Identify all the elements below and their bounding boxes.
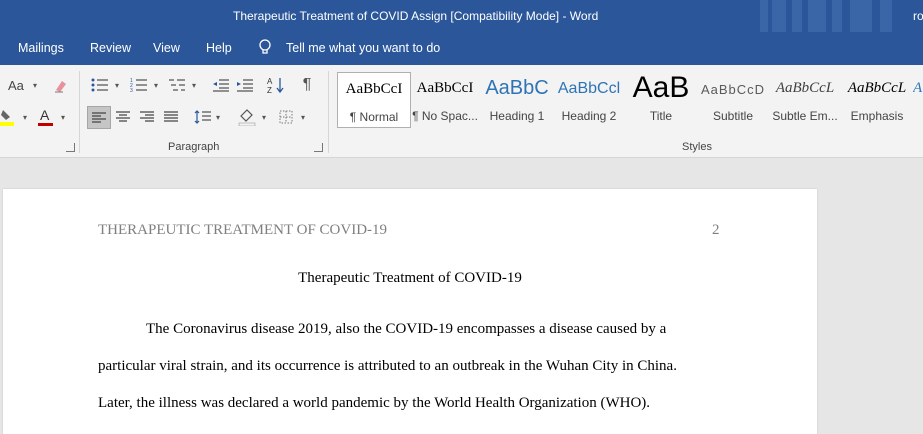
chevron-down-icon[interactable]: ▾	[30, 79, 40, 91]
style-label: Subtle Em...	[772, 109, 838, 123]
title-decoration	[808, 0, 826, 32]
style-intense-emphasis[interactable]: A	[913, 72, 923, 126]
style-emphasis[interactable]: AaBbCcL Emphasis	[841, 72, 913, 126]
chevron-down-icon[interactable]: ▾	[20, 111, 30, 123]
title-bar: Therapeutic Treatment of COVID Assign [C…	[0, 0, 923, 32]
style-label: Subtitle	[712, 109, 754, 123]
style-sample: A	[913, 80, 923, 96]
shading-icon[interactable]	[236, 106, 258, 128]
tab-mailings[interactable]: Mailings	[18, 41, 64, 55]
style-no-spacing[interactable]: AaBbCcI ¶ No Spac...	[409, 72, 481, 126]
line-spacing-icon[interactable]	[193, 107, 213, 127]
multilevel-list-icon[interactable]	[166, 76, 188, 94]
style-subtle-emphasis[interactable]: AaBbCcL Subtle Em...	[769, 72, 841, 126]
window-title: Therapeutic Treatment of COVID Assign [C…	[233, 9, 599, 23]
style-title[interactable]: AaB Title	[625, 71, 697, 126]
style-normal[interactable]: AaBbCcI ¶ Normal	[337, 72, 411, 128]
title-decoration	[850, 0, 872, 32]
change-case-button[interactable]: Aa	[8, 78, 24, 93]
style-label: ¶ No Spac...	[412, 109, 478, 123]
chevron-down-icon[interactable]: ▾	[189, 79, 199, 91]
style-sample: AaBbCcl	[557, 80, 621, 97]
align-right-icon[interactable]	[137, 107, 157, 127]
tab-help[interactable]: Help	[206, 41, 232, 55]
styles-group-label: Styles	[682, 141, 712, 153]
tab-view[interactable]: View	[153, 41, 180, 55]
clear-formatting-icon[interactable]	[52, 77, 70, 95]
justify-icon[interactable]	[161, 107, 181, 127]
tab-review[interactable]: Review	[90, 41, 131, 55]
tell-me-search[interactable]: Tell me what you want to do	[286, 41, 440, 55]
style-label: Title	[649, 109, 673, 123]
title-decoration	[772, 0, 786, 32]
group-divider	[79, 71, 80, 153]
body-line: Later, the illness was declared a world …	[98, 395, 651, 411]
style-heading-2[interactable]: AaBbCcl Heading 2	[553, 72, 625, 126]
chevron-down-icon[interactable]: ▾	[112, 79, 122, 91]
style-label: Heading 1	[489, 109, 545, 123]
paragraph-group-label: Paragraph	[168, 141, 220, 153]
document-title: Therapeutic Treatment of COVID-19	[298, 270, 522, 286]
lightbulb-icon	[258, 39, 272, 59]
highlighter-icon[interactable]	[0, 108, 16, 126]
style-sample: AaBbCcI	[416, 80, 474, 96]
chevron-down-icon[interactable]: ▾	[298, 111, 308, 123]
style-sample: AaBbCcL	[775, 80, 835, 96]
style-sample: AaBbCcI	[345, 81, 403, 97]
ribbon-home: Aa ▾ ▾ A ▾ ▾ 123 ▾ ▾ AZ ¶ ▾ ▾ ▾ Paragrap…	[0, 65, 923, 158]
font-dialog-launcher-icon[interactable]	[66, 143, 75, 152]
style-sample: AaBbCcD	[700, 82, 766, 97]
body-line: The Coronavirus disease 2019, also the C…	[146, 321, 667, 337]
document-page[interactable]: THERAPEUTIC TREATMENT OF COVID-19 2 Ther…	[3, 189, 817, 434]
svg-text:A: A	[40, 107, 50, 123]
body-line: particular viral strain, and its occurre…	[98, 358, 677, 374]
group-divider	[328, 71, 329, 153]
align-left-icon[interactable]	[87, 106, 111, 129]
style-subtitle[interactable]: AaBbCcD Subtitle	[697, 72, 769, 126]
style-sample: AaB	[632, 71, 690, 104]
style-label: ¶ Normal	[349, 110, 399, 124]
font-color-icon[interactable]: A	[37, 107, 55, 127]
account-name[interactable]: ro	[913, 9, 923, 23]
highlight-color-bar	[0, 122, 14, 126]
chevron-down-icon[interactable]: ▾	[151, 79, 161, 91]
style-sample: AaBbCcL	[847, 80, 907, 96]
svg-text:Z: Z	[267, 86, 272, 94]
numbering-icon[interactable]: 123	[128, 76, 150, 94]
align-center-icon[interactable]	[113, 107, 133, 127]
sort-icon[interactable]: AZ	[266, 75, 286, 95]
chevron-down-icon[interactable]: ▾	[58, 111, 68, 123]
title-decoration	[792, 0, 802, 32]
svg-text:A: A	[267, 77, 273, 86]
borders-icon[interactable]	[276, 107, 296, 127]
style-heading-1[interactable]: AaBbC Heading 1	[481, 72, 553, 126]
page-number: 2	[712, 222, 720, 238]
style-sample: AaBbC	[485, 77, 549, 99]
style-label: Heading 2	[561, 109, 617, 123]
bullets-icon[interactable]	[89, 76, 111, 94]
style-label: Emphasis	[850, 109, 904, 123]
ribbon-tabs: Mailings Review View Help Tell me what y…	[0, 32, 923, 65]
title-decoration	[880, 0, 892, 32]
running-header: THERAPEUTIC TREATMENT OF COVID-19	[98, 222, 388, 238]
paragraph-dialog-launcher-icon[interactable]	[314, 143, 323, 152]
chevron-down-icon[interactable]: ▾	[259, 111, 269, 123]
increase-indent-icon[interactable]	[235, 76, 255, 94]
title-decoration	[832, 0, 842, 32]
decrease-indent-icon[interactable]	[211, 76, 231, 94]
chevron-down-icon[interactable]: ▾	[213, 111, 223, 123]
title-decoration	[760, 0, 768, 32]
svg-text:3: 3	[130, 88, 133, 92]
show-formatting-marks-icon[interactable]: ¶	[299, 75, 315, 95]
